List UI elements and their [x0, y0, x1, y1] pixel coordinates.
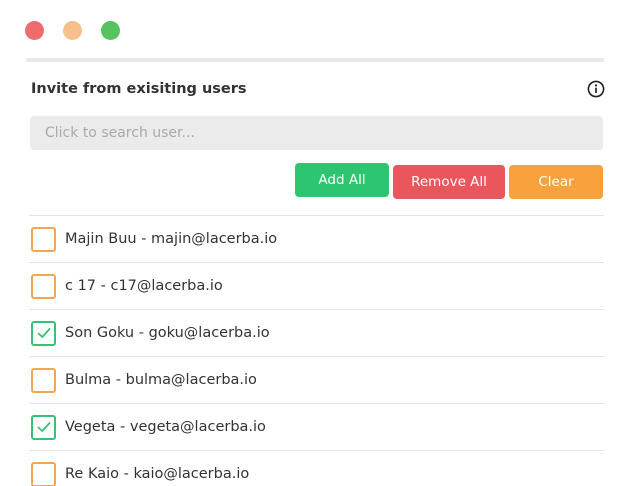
user-label: Vegeta - vegeta@lacerba.io	[65, 419, 266, 435]
user-checkbox[interactable]	[31, 226, 56, 252]
user-row[interactable]: Vegeta - vegeta@lacerba.io	[29, 404, 604, 451]
user-checkbox[interactable]	[31, 273, 56, 299]
close-button[interactable]	[25, 21, 44, 40]
user-row[interactable]: Bulma - bulma@lacerba.io	[29, 357, 604, 404]
search-input[interactable]	[30, 116, 603, 150]
user-label: Son Goku - goku@lacerba.io	[65, 325, 270, 341]
header-divider	[26, 58, 604, 62]
section-title: Invite from exisiting users	[31, 81, 247, 97]
user-label: c 17 - c17@lacerba.io	[65, 278, 223, 294]
user-label: Majin Buu - majin@lacerba.io	[65, 231, 278, 247]
user-list: Majin Buu - majin@lacerba.io c 17 - c17@…	[29, 215, 604, 486]
user-row[interactable]: Majin Buu - majin@lacerba.io	[29, 216, 604, 263]
user-row[interactable]: Re Kaio - kaio@lacerba.io	[29, 451, 604, 486]
checkmark-icon	[37, 328, 50, 338]
maximize-button[interactable]	[101, 21, 120, 40]
section-header: Invite from exisiting users	[31, 78, 605, 100]
user-checkbox[interactable]	[31, 414, 56, 440]
minimize-button[interactable]	[63, 21, 82, 40]
checkmark-icon	[37, 422, 50, 432]
user-checkbox[interactable]	[31, 461, 56, 486]
user-label: Bulma - bulma@lacerba.io	[65, 372, 257, 388]
invite-window: Invite from exisiting users Add All Remo…	[0, 0, 644, 486]
user-checkbox[interactable]	[31, 320, 56, 346]
user-row[interactable]: c 17 - c17@lacerba.io	[29, 263, 604, 310]
user-label: Re Kaio - kaio@lacerba.io	[65, 466, 250, 482]
user-row[interactable]: Son Goku - goku@lacerba.io	[29, 310, 604, 357]
clear-button[interactable]: Clear	[509, 165, 603, 199]
add-all-button[interactable]: Add All	[295, 163, 389, 197]
window-controls	[25, 21, 120, 40]
remove-all-button[interactable]: Remove All	[393, 165, 505, 199]
info-icon[interactable]	[587, 80, 605, 98]
user-checkbox[interactable]	[31, 367, 56, 393]
